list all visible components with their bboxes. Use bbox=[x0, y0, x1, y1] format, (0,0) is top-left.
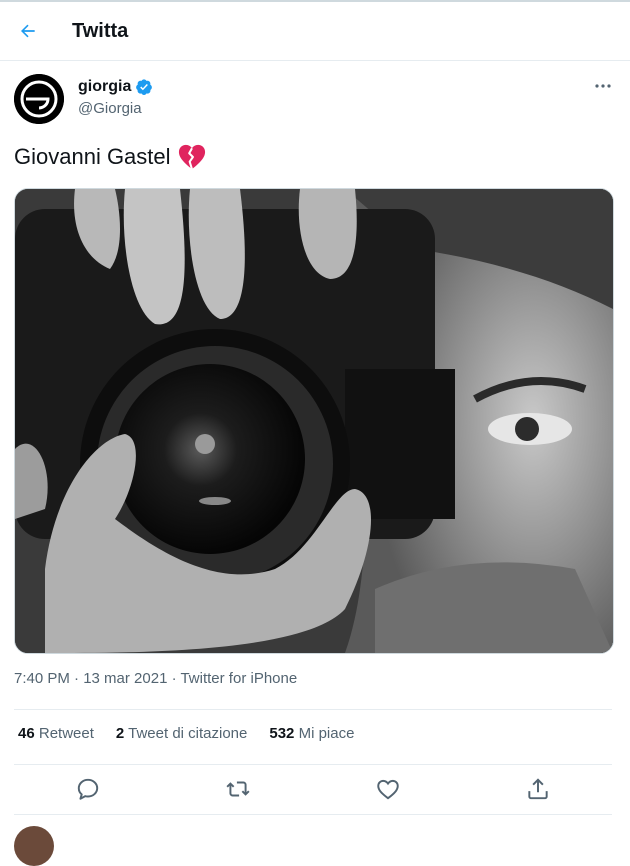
avatar[interactable] bbox=[14, 74, 64, 124]
divider bbox=[14, 709, 612, 710]
retweet-icon[interactable] bbox=[225, 776, 251, 802]
back-button[interactable] bbox=[16, 19, 40, 43]
avatar[interactable] bbox=[14, 826, 54, 866]
top-bar: Twitta bbox=[0, 2, 630, 61]
author-name[interactable]: giorgia bbox=[78, 78, 131, 96]
author-handle[interactable]: @Giorgia bbox=[78, 100, 142, 117]
tweet-text: Giovanni Gastel bbox=[14, 144, 171, 169]
tweet-photo[interactable] bbox=[14, 188, 614, 654]
tweet-actions bbox=[14, 770, 612, 810]
likes-stat[interactable]: 532 Mi piace bbox=[269, 725, 354, 742]
heart-icon[interactable] bbox=[375, 776, 401, 802]
tweet-timestamp[interactable]: 7:40 PM · 13 mar 2021 · Twitter for iPho… bbox=[14, 670, 297, 687]
arrow-left-icon bbox=[21, 24, 35, 38]
tweet-text-row: Giovanni Gastel bbox=[14, 143, 207, 171]
tweet-author: giorgia @Giorgia bbox=[14, 74, 614, 128]
page-title: Twitta bbox=[72, 19, 129, 42]
share-icon[interactable] bbox=[525, 776, 551, 802]
divider bbox=[14, 814, 612, 815]
more-horizontal-icon[interactable] bbox=[594, 76, 612, 90]
reply-icon[interactable] bbox=[75, 776, 101, 802]
divider bbox=[14, 764, 612, 765]
avatar-logo bbox=[14, 74, 64, 124]
verified-badge-icon bbox=[136, 79, 153, 95]
broken-heart-icon bbox=[178, 144, 205, 170]
retweets-stat[interactable]: 46 Retweet bbox=[18, 725, 94, 742]
photographer-photo bbox=[15, 189, 613, 653]
quotes-stat[interactable]: 2 Tweet di citazione bbox=[116, 725, 247, 742]
tweet-stats: 46 Retweet 2 Tweet di citazione 532 Mi p… bbox=[18, 725, 376, 742]
